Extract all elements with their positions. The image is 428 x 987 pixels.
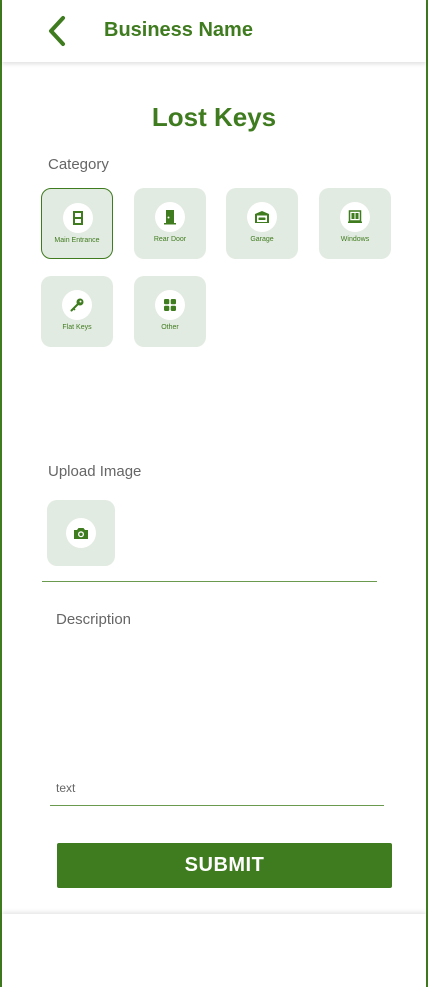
key-icon [62,290,92,320]
page-title: Lost Keys [151,102,277,132]
category-flat-keys[interactable]: Flat Keys [41,276,113,347]
garage-icon [247,202,277,232]
window-icon [340,202,370,232]
description-input[interactable] [50,770,384,806]
category-other[interactable]: Other [134,276,206,347]
category-label-text: Flat Keys [62,324,92,331]
app-header: Business Name [2,0,426,62]
main-entrance-door-icon [63,203,93,233]
category-main-entrance[interactable]: Main Entrance [41,188,113,259]
description-label: Description [56,611,132,628]
category-label: Category [48,156,109,173]
category-label-text: Windows [340,236,370,243]
submit-button[interactable]: SUBMIT [57,843,392,888]
business-name: Business Name [104,19,253,41]
category-label-text: Garage [250,236,274,243]
app-frame: Business Name Lost Keys Category Main En… [0,0,428,987]
category-label-text: Main Entrance [54,237,100,244]
upload-image-label: Upload Image [48,463,142,480]
category-windows[interactable]: Windows [319,188,391,259]
rear-door-icon [155,202,185,232]
divider [42,581,377,582]
category-garage[interactable]: Garage [226,188,298,259]
category-rear-door[interactable]: Rear Door [134,188,206,259]
grid-icon [155,290,185,320]
chevron-left-icon[interactable] [44,14,70,48]
category-label-text: Rear Door [153,236,187,243]
camera-icon [66,518,96,548]
upload-image-button[interactable] [47,500,115,566]
category-label-text: Other [161,324,179,331]
bottom-bar [2,914,426,987]
